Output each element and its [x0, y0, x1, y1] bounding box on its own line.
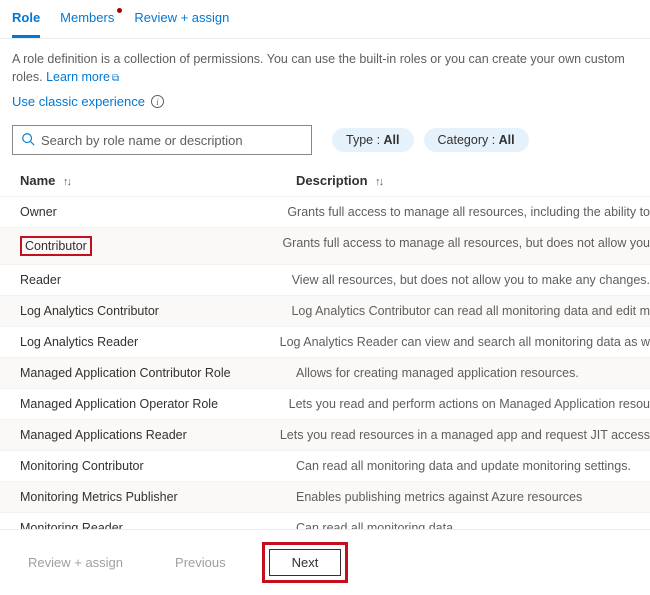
external-link-icon: ⧉ — [112, 73, 119, 84]
role-name-cell: Log Analytics Contributor — [20, 304, 291, 318]
role-name-cell: Monitoring Contributor — [20, 459, 296, 473]
footer: Review + assign Previous Next — [0, 529, 650, 595]
role-description-cell: View all resources, but does not allow y… — [292, 273, 650, 287]
sort-icon: ↑↓ — [375, 176, 382, 188]
table-body: OwnerGrants full access to manage all re… — [0, 196, 650, 574]
role-description-cell: Enables publishing metrics against Azure… — [296, 490, 650, 504]
search-input[interactable] — [41, 133, 303, 148]
category-filter-pill[interactable]: Category : All — [424, 128, 529, 152]
notification-dot-icon — [117, 8, 122, 13]
tab-bar: Role Members Review + assign — [0, 0, 650, 39]
role-description-cell: Grants full access to manage all resourc… — [287, 205, 650, 219]
role-name-cell: Reader — [20, 273, 292, 287]
role-name-cell: Managed Application Operator Role — [20, 397, 289, 411]
search-icon — [21, 132, 35, 149]
search-box[interactable] — [12, 125, 312, 155]
table-row[interactable]: Log Analytics ContributorLog Analytics C… — [0, 295, 650, 326]
type-filter-pill[interactable]: Type : All — [332, 128, 414, 152]
table-row[interactable]: OwnerGrants full access to manage all re… — [0, 196, 650, 227]
table-row[interactable]: Contributor Grants full access to manage … — [0, 227, 650, 264]
tab-members-label: Members — [60, 10, 114, 25]
role-description-cell: Can read all monitoring data and update … — [296, 459, 650, 473]
column-header-description[interactable]: Description ↑↓ — [296, 173, 650, 188]
table-row[interactable]: Managed Application Contributor RoleAllo… — [0, 357, 650, 388]
role-name-cell: Contributor — [20, 236, 282, 256]
sort-icon: ↑↓ — [63, 176, 70, 188]
previous-button[interactable]: Previous — [159, 549, 242, 576]
classic-link-label: Use classic experience — [12, 94, 145, 109]
role-description-cell: Log Analytics Reader can view and search… — [280, 335, 650, 349]
next-button[interactable]: Next — [269, 549, 342, 576]
tab-review-assign[interactable]: Review + assign — [134, 10, 229, 38]
description-block: A role definition is a collection of per… — [0, 39, 650, 90]
info-icon: i — [151, 95, 164, 108]
table-row[interactable]: Monitoring ContributorCan read all monit… — [0, 450, 650, 481]
tab-members[interactable]: Members — [60, 10, 114, 38]
role-description-cell: Log Analytics Contributor can read all m… — [291, 304, 650, 318]
role-name-cell: Monitoring Metrics Publisher — [20, 490, 296, 504]
review-assign-button[interactable]: Review + assign — [12, 549, 139, 576]
table-row[interactable]: Monitoring Metrics PublisherEnables publ… — [0, 481, 650, 512]
role-description-cell: Allows for creating managed application … — [296, 366, 650, 380]
tab-role[interactable]: Role — [12, 10, 40, 38]
next-button-highlight: Next — [262, 542, 349, 583]
role-name-cell: Log Analytics Reader — [20, 335, 280, 349]
controls-row: Type : All Category : All — [0, 121, 650, 165]
role-description-cell: Lets you read resources in a managed app… — [280, 428, 650, 442]
table-header: Name ↑↓ Description ↑↓ — [0, 165, 650, 196]
table-row[interactable]: Managed Applications ReaderLets you read… — [0, 419, 650, 450]
role-name-cell: Managed Applications Reader — [20, 428, 280, 442]
table-row[interactable]: ReaderView all resources, but does not a… — [0, 264, 650, 295]
highlight-box: Contributor — [20, 236, 92, 256]
role-name-cell: Owner — [20, 205, 287, 219]
role-name-cell: Managed Application Contributor Role — [20, 366, 296, 380]
filter-pills: Type : All Category : All — [332, 128, 529, 152]
table-row[interactable]: Managed Application Operator RoleLets yo… — [0, 388, 650, 419]
table-row[interactable]: Log Analytics ReaderLog Analytics Reader… — [0, 326, 650, 357]
use-classic-experience-link[interactable]: Use classic experience i — [0, 90, 650, 121]
roles-table: Name ↑↓ Description ↑↓ OwnerGrants full … — [0, 165, 650, 574]
role-description-cell: Lets you read and perform actions on Man… — [289, 397, 650, 411]
column-header-name[interactable]: Name ↑↓ — [20, 173, 296, 188]
learn-more-link[interactable]: Learn more⧉ — [46, 70, 119, 84]
role-description-cell: Grants full access to manage all resourc… — [282, 236, 650, 256]
